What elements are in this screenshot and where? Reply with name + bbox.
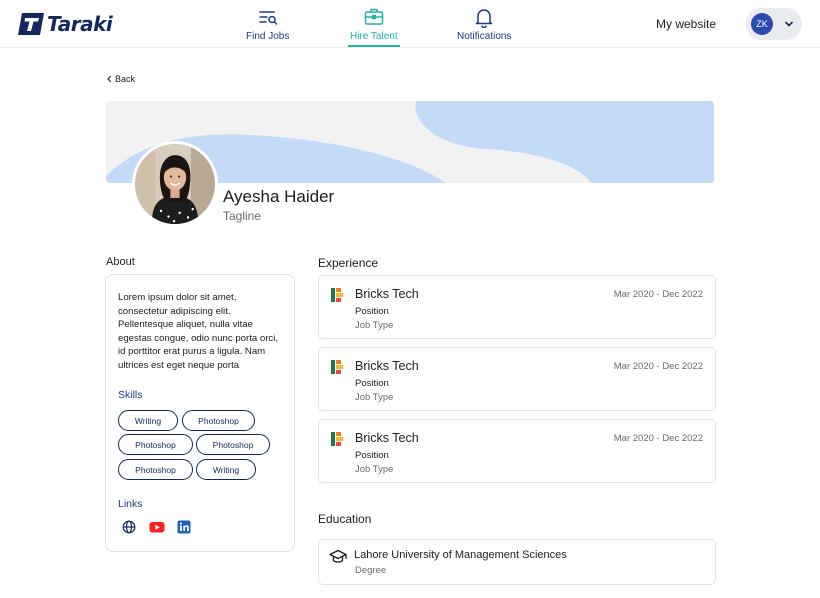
experience-job-type: Job Type — [355, 392, 394, 403]
briefcase-icon — [364, 8, 384, 25]
nav-notifications[interactable]: Notifications — [457, 6, 511, 42]
profile-tagline: Tagline — [223, 209, 262, 223]
nav-find-jobs[interactable]: Find Jobs — [246, 6, 289, 42]
experience-dates: Mar 2020 - Dec 2022 — [613, 289, 703, 300]
experience-heading: Experience — [318, 256, 379, 270]
user-avatar: ZK — [751, 13, 773, 35]
about-card: Lorem ipsum dolor sit amet, consectetur … — [105, 274, 295, 552]
top-navbar: Taraki Find Jobs Hire Talent Notificatio… — [0, 0, 820, 48]
bell-icon — [475, 9, 493, 28]
user-menu[interactable]: ZK — [746, 8, 802, 40]
chevron-down-icon — [785, 21, 793, 27]
experience-card[interactable]: Bricks Tech Mar 2020 - Dec 2022 Position… — [318, 419, 716, 483]
profile-photo — [132, 141, 218, 227]
experience-position: Position — [355, 306, 389, 317]
experience-position: Position — [355, 450, 389, 461]
about-text: Lorem ipsum dolor sit amet, consectetur … — [118, 292, 279, 371]
about-heading: About — [106, 256, 135, 268]
nav-find-jobs-label: Find Jobs — [246, 31, 290, 42]
experience-job-type: Job Type — [355, 464, 394, 475]
taraki-logo-icon — [18, 13, 44, 35]
experience-card[interactable]: Bricks Tech Mar 2020 - Dec 2022 Position… — [318, 275, 716, 339]
back-link[interactable]: Back — [106, 74, 135, 84]
linkedin-icon[interactable] — [177, 520, 191, 534]
education-degree: Degree — [355, 565, 387, 576]
taraki-logo[interactable]: Taraki — [18, 12, 113, 36]
nav-notifications-label: Notifications — [457, 31, 512, 42]
education-school: Lahore University of Management Sciences — [354, 549, 567, 561]
job-list-search-icon — [258, 11, 277, 25]
experience-card[interactable]: Bricks Tech Mar 2020 - Dec 2022 Position… — [318, 347, 716, 411]
skill-chip[interactable]: Photoshop — [118, 459, 193, 480]
skill-chip[interactable]: Writing — [196, 459, 256, 480]
youtube-icon[interactable] — [149, 520, 165, 534]
skill-chip[interactable]: Photoshop — [118, 434, 193, 455]
experience-dates: Mar 2020 - Dec 2022 — [613, 361, 703, 372]
skill-chip[interactable]: Writing — [118, 410, 178, 431]
education-heading: Education — [318, 512, 372, 526]
experience-job-type: Job Type — [355, 320, 394, 331]
my-website-link[interactable]: My website — [656, 17, 716, 31]
skill-chip[interactable]: Photoshop — [196, 434, 270, 455]
experience-company: Bricks Tech — [355, 359, 419, 373]
company-logo-icon — [331, 432, 343, 446]
education-card[interactable]: Lahore University of Management Sciences… — [318, 539, 716, 585]
nav-hire-talent[interactable]: Hire Talent — [348, 6, 400, 47]
brand-name: Taraki — [47, 12, 113, 36]
experience-company: Bricks Tech — [355, 431, 419, 445]
nav-hire-talent-label: Hire Talent — [350, 31, 398, 42]
chevron-left-icon — [107, 75, 112, 83]
graduation-cap-icon — [329, 549, 347, 563]
experience-company: Bricks Tech — [355, 287, 419, 301]
company-logo-icon — [331, 288, 343, 302]
skills-heading: Skills — [118, 389, 143, 401]
profile-name: Ayesha Haider — [223, 187, 335, 206]
company-logo-icon — [331, 360, 343, 374]
links-heading: Links — [118, 498, 143, 510]
globe-icon[interactable] — [122, 520, 136, 534]
skill-chip[interactable]: Photoshop — [182, 410, 255, 431]
back-label: Back — [115, 74, 136, 84]
experience-dates: Mar 2020 - Dec 2022 — [613, 433, 703, 444]
experience-position: Position — [355, 378, 389, 389]
